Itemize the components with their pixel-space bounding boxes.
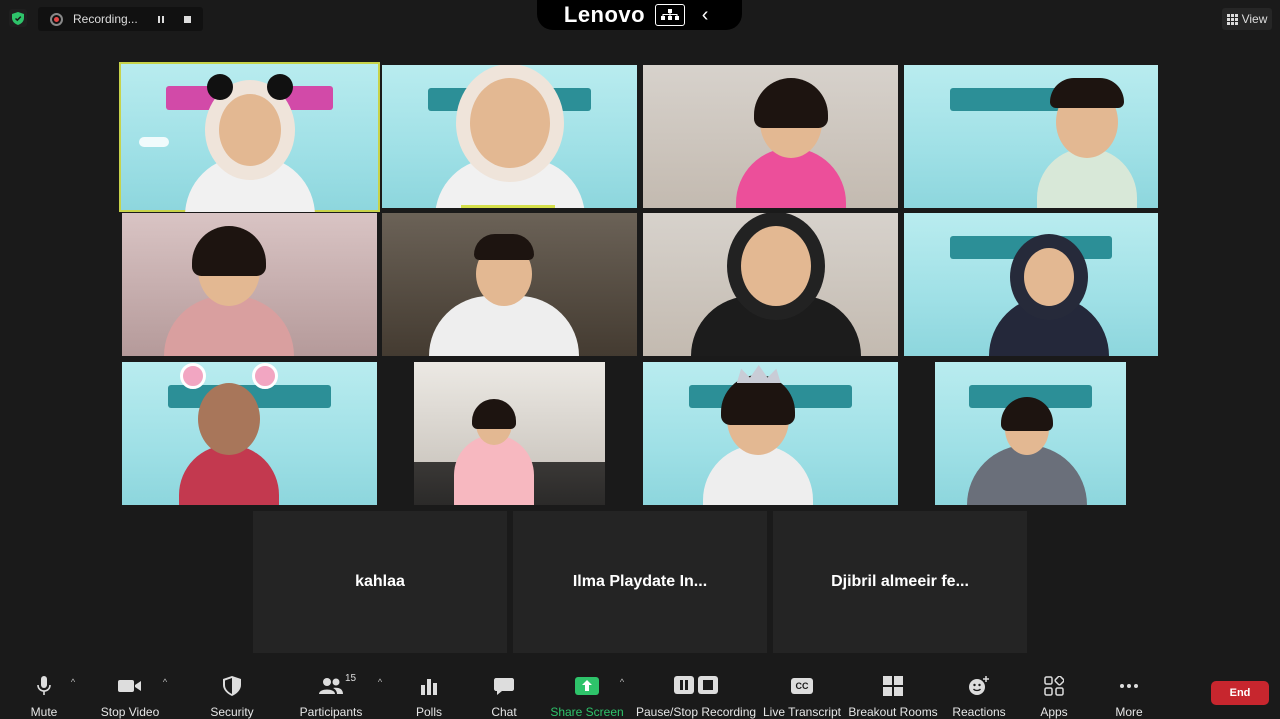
video-camera-icon [118, 675, 142, 697]
video-tile[interactable] [935, 362, 1126, 505]
brand-logo-text: Lenovo [563, 2, 646, 27]
participant-video [690, 226, 861, 356]
smiley-plus-icon [968, 675, 990, 697]
breakout-rooms-label: Breakout Rooms [848, 705, 938, 719]
chevron-left-icon[interactable]: ‹ [695, 4, 715, 26]
pause-icon [158, 15, 164, 23]
participants-label: Participants [299, 705, 363, 719]
participant-name: Ilma Playdate In... [572, 573, 708, 590]
polls-label: Polls [415, 705, 442, 719]
participant-video [184, 74, 315, 212]
recording-indicator: Recording... [38, 7, 203, 31]
encryption-shield-icon[interactable] [9, 9, 27, 27]
participant-video [434, 78, 585, 208]
pause-stop-recording-label: Pause/Stop Recording [635, 705, 757, 719]
apps-icon [1044, 675, 1064, 697]
chat-bubble-icon [494, 675, 514, 697]
apps-button[interactable]: Apps [1036, 665, 1072, 719]
participant-name-tile[interactable]: kahlaa [253, 511, 507, 653]
view-label: View [1241, 12, 1268, 26]
end-meeting-button[interactable]: End [1211, 681, 1269, 705]
participant-video [988, 248, 1109, 356]
pause-recording-button[interactable] [151, 7, 171, 31]
video-tile[interactable] [382, 65, 637, 208]
participant-video [179, 363, 280, 505]
participant-video [735, 78, 846, 208]
share-screen-icon [575, 675, 599, 697]
participant-video [429, 234, 580, 356]
mute-button[interactable]: Mute [22, 665, 66, 719]
video-tile[interactable] [414, 362, 605, 505]
security-button[interactable]: Security [208, 665, 256, 719]
bunny-ears-accessory [180, 363, 279, 389]
video-tile[interactable] [904, 213, 1158, 356]
audio-options-caret-icon[interactable]: ^ [68, 677, 78, 687]
breakout-rooms-button[interactable]: Breakout Rooms [848, 665, 938, 719]
video-tile[interactable] [122, 362, 377, 505]
recording-label: Recording... [73, 12, 138, 26]
breakout-rooms-icon [883, 675, 903, 697]
more-label: More [1115, 705, 1143, 719]
cc-icon-text: CC [791, 678, 813, 694]
grid-view-icon [1226, 13, 1238, 25]
recording-dot-icon [50, 12, 63, 26]
chat-button[interactable]: Chat [484, 665, 524, 719]
view-button[interactable]: View [1222, 8, 1272, 30]
participant-video [702, 365, 813, 505]
security-label: Security [210, 705, 254, 719]
video-tile[interactable] [122, 213, 377, 356]
stop-video-button[interactable]: Stop Video [100, 665, 160, 719]
mute-label: Mute [30, 705, 58, 719]
stop-icon [183, 15, 191, 23]
polls-button[interactable]: Polls [408, 665, 450, 719]
stop-video-label: Stop Video [100, 705, 160, 719]
live-transcript-label: Live Transcript [762, 705, 842, 719]
video-tile[interactable] [904, 65, 1158, 208]
more-dots-icon [1119, 675, 1139, 697]
stop-recording-button[interactable] [177, 7, 197, 31]
reactions-label: Reactions [952, 705, 1006, 719]
apps-label: Apps [1040, 705, 1068, 719]
video-tile[interactable] [643, 213, 898, 356]
mouse-ears-accessory [206, 74, 293, 100]
video-tile[interactable] [643, 65, 898, 208]
video-tile[interactable] [119, 62, 380, 212]
reactions-button[interactable]: Reactions [952, 665, 1006, 719]
participant-video [454, 399, 535, 505]
cloud-decoration [139, 137, 169, 147]
participants-button[interactable]: 15 Participants [299, 665, 363, 719]
chat-label: Chat [491, 705, 517, 719]
participant-video [164, 226, 295, 356]
zoom-meeting-window: Recording... Lenovo ‹ View kahlaa Ilma P… [0, 0, 1280, 719]
recording-controls-icon [674, 675, 718, 695]
device-hub-icon[interactable] [655, 4, 686, 26]
pause-stop-recording-button[interactable]: Pause/Stop Recording [635, 665, 757, 719]
participants-count: 15 [345, 673, 357, 684]
more-button[interactable]: More [1110, 665, 1148, 719]
bar-chart-icon [420, 675, 438, 697]
participants-options-caret-icon[interactable]: ^ [375, 677, 385, 687]
share-screen-button[interactable]: Share Screen [550, 665, 624, 719]
participant-video [966, 397, 1087, 505]
meeting-toolbar: Mute ^ Stop Video ^ Security 15 Particip… [0, 665, 1280, 719]
share-options-caret-icon[interactable]: ^ [617, 677, 627, 687]
participant-name-tile[interactable]: Djibril almeeir fe... [773, 511, 1027, 653]
microphone-icon [37, 675, 51, 697]
shield-icon [223, 675, 241, 697]
participant-name-tile[interactable]: Ilma Playdate In... [513, 511, 767, 653]
participants-icon: 15 [319, 673, 356, 697]
share-screen-label: Share Screen [550, 705, 624, 719]
participant-video [1036, 78, 1137, 208]
closed-caption-icon: CC [791, 675, 813, 697]
participant-name: Djibril almeeir fe... [831, 573, 969, 590]
video-tile[interactable] [643, 362, 898, 505]
participant-name: kahlaa [355, 573, 405, 590]
audio-level-bar [461, 205, 555, 208]
brand-banner: Lenovo ‹ [537, 0, 742, 30]
video-options-caret-icon[interactable]: ^ [160, 677, 170, 687]
live-transcript-button[interactable]: CC Live Transcript [762, 665, 842, 719]
video-tile[interactable] [382, 213, 637, 356]
crown-accessory [736, 365, 781, 383]
